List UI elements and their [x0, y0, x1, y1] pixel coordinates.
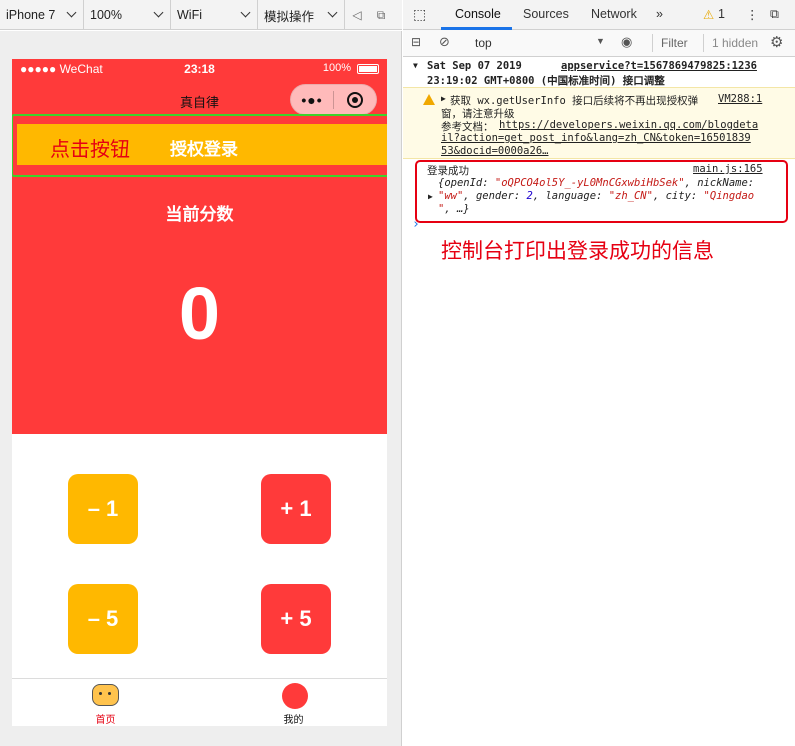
simulator-toolbar: iPhone 7 100% WiFi 模拟操作 ◁ ⧉ [0, 0, 402, 30]
zoom-select[interactable]: 100% [84, 0, 171, 30]
score-buttons: – 1 + 1 – 5 + 5 [12, 434, 387, 677]
tab-console[interactable]: Console [455, 7, 501, 21]
warning-icon[interactable]: ⚠ [703, 7, 714, 22]
warning-source-link[interactable]: VM288:1 [718, 93, 762, 105]
dock-icon[interactable]: ⧉ [770, 7, 779, 22]
score-label: 当前分数 [165, 205, 234, 224]
operation-select[interactable]: 模拟操作 [258, 0, 345, 30]
battery-percent: 100% [322, 62, 351, 74]
network-select-value: WiFi [177, 8, 202, 22]
annotation-click-button: 点击按钮 [50, 139, 130, 161]
phone-screen: ●●●●● WeChat 23:18 100% 真自律 •●• 授权登录 点击按… [12, 59, 387, 726]
volume-icon[interactable]: ◁ [345, 0, 369, 30]
live-expression-eye-icon[interactable]: ◉ [621, 34, 632, 50]
warning-count: 1 [718, 7, 725, 21]
tab-network[interactable]: Network [591, 7, 637, 21]
context-select[interactable]: top [475, 36, 492, 50]
tab-home[interactable]: 首页 [12, 679, 199, 726]
mini-program-capsule: •●• [290, 84, 377, 115]
operation-select-value: 模拟操作 [264, 9, 315, 24]
minus-1-button[interactable]: – 1 [68, 474, 138, 544]
close-target-icon[interactable] [334, 91, 376, 108]
filter-divider [703, 34, 704, 52]
tab-me-label: 我的 [283, 715, 304, 726]
home-icon [92, 684, 119, 706]
devtools-tab-bar: ⬚ Console Sources Network » ⚠ 1 ⋮ ⧉ [403, 0, 795, 30]
battery-icon [357, 64, 379, 74]
nav-bar: 真自律 •●• [12, 79, 387, 119]
chevron-down-icon [240, 7, 251, 18]
hidden-count: 1 hidden [712, 36, 759, 50]
status-bar: ●●●●● WeChat 23:18 100% [12, 59, 387, 79]
warning-doc-link[interactable]: https://developers.weixin.qq.com/blogdet… [499, 119, 758, 131]
chevron-down-icon [153, 7, 164, 18]
minus-5-button[interactable]: – 5 [68, 584, 138, 654]
plus-1-button[interactable]: + 1 [261, 474, 331, 544]
score-panel: 授权登录 点击按钮 当前分数 0 [12, 114, 387, 434]
chevron-down-icon [66, 7, 77, 18]
warning-doc-link-end[interactable]: 53&docid=0000a26… [441, 145, 548, 157]
warning-message: ▶ 获取 wx.getUserInfo 接口后续将不再出现授权弹 VM288:1… [403, 87, 795, 159]
more-options-icon[interactable]: ⋮ [746, 7, 759, 22]
log-group-time: 23:19:02 GMT+0800 (中国标准时间) 接口调整 [427, 75, 665, 87]
profile-icon [282, 683, 308, 709]
tab-sources[interactable]: Sources [523, 7, 569, 21]
log-group-date: Sat Sep 07 2019 [427, 60, 522, 72]
score-value: 0 [178, 272, 221, 355]
settings-gear-icon[interactable]: ⚙ [770, 33, 783, 51]
console-filter-bar: ⊟ ⊘ top ▼ ◉ Filter 1 hidden ⚙ [403, 30, 795, 57]
network-select[interactable]: WiFi [171, 0, 258, 30]
device-select-value: iPhone 7 [6, 8, 56, 22]
more-menu-icon[interactable]: •●• [291, 92, 333, 108]
expand-triangle-icon[interactable]: ▼ [413, 61, 418, 70]
expand-triangle-icon[interactable]: ▶ [441, 94, 446, 103]
warning-doc-link-cont[interactable]: il?action=get_post_info&lang=zh_CN&token… [441, 132, 751, 144]
sidebar-toggle-icon[interactable]: ⊟ [411, 35, 421, 49]
filter-divider [652, 34, 653, 52]
plus-5-button[interactable]: + 5 [261, 584, 331, 654]
tab-me[interactable]: 我的 [200, 679, 387, 726]
device-select[interactable]: iPhone 7 [0, 0, 84, 30]
filter-input[interactable]: Filter [661, 36, 688, 50]
clear-console-icon[interactable]: ⊘ [439, 34, 450, 50]
annotation-console-note: 控制台打印出登录成功的信息 [441, 240, 714, 263]
tab-home-label: 首页 [95, 715, 116, 726]
highlight-box-console [415, 160, 788, 223]
log-group-source-link[interactable]: appservice?t=1567869479825:1236 [561, 60, 757, 72]
zoom-select-value: 100% [90, 8, 122, 22]
tab-bar: 首页 我的 [12, 678, 387, 726]
chevron-down-icon [327, 7, 338, 18]
warning-triangle-icon [423, 94, 435, 105]
inspect-element-icon[interactable]: ⬚ [413, 6, 426, 23]
detach-window-icon[interactable]: ⧉ [369, 0, 393, 30]
more-tabs-icon[interactable]: » [656, 7, 663, 21]
context-dropdown-icon[interactable]: ▼ [596, 36, 605, 46]
